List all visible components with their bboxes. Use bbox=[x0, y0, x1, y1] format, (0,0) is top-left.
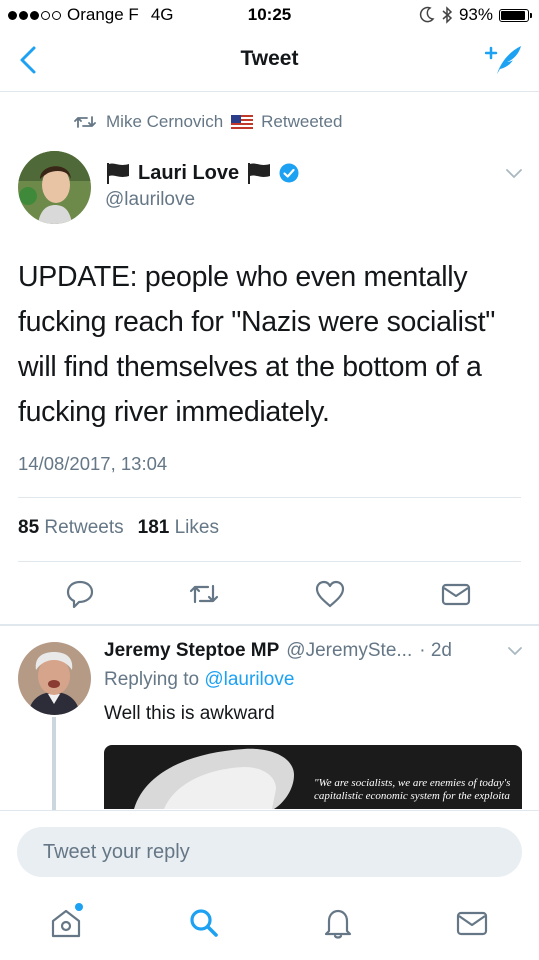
do-not-disturb-moon-icon bbox=[419, 6, 435, 23]
tweet-actions bbox=[0, 572, 539, 616]
author-name-row: Lauri Love bbox=[105, 161, 299, 185]
author-avatar[interactable] bbox=[18, 151, 91, 224]
heart-icon[interactable] bbox=[314, 578, 346, 610]
retweet-icon bbox=[74, 116, 96, 128]
reply-author-handle[interactable]: @JeremySte... bbox=[286, 640, 412, 662]
retweeted-label: Retweeted bbox=[261, 112, 343, 131]
us-flag-icon bbox=[231, 115, 254, 129]
retweet-stat[interactable]: 85 Retweets bbox=[18, 517, 124, 539]
search-icon[interactable] bbox=[186, 905, 222, 941]
retweeter-name[interactable]: Mike Cernovich bbox=[106, 112, 223, 132]
replying-to: Replying to @laurilove bbox=[104, 669, 294, 691]
retweet-context: Mike Cernovich Retweeted bbox=[74, 112, 342, 132]
media-quote-text: "We are socialists, we are enemies of to… bbox=[314, 777, 511, 802]
reply-media-image[interactable]: "We are socialists, we are enemies of to… bbox=[104, 745, 522, 809]
reply-icon[interactable] bbox=[64, 578, 96, 610]
like-count: 181 bbox=[137, 517, 170, 538]
battery-percent: 93% bbox=[458, 5, 493, 24]
black-flag-icon bbox=[248, 163, 271, 184]
black-flag-icon bbox=[107, 163, 129, 184]
chevron-down-icon[interactable] bbox=[505, 167, 523, 179]
navigation-bar: Tweet bbox=[0, 30, 539, 92]
retweet-count: 85 bbox=[18, 517, 40, 538]
reply-age: · 2d bbox=[419, 640, 452, 661]
reply-author-name[interactable]: Jeremy Steptoe MP bbox=[104, 640, 279, 662]
reply-text: Well this is awkward bbox=[104, 703, 275, 724]
reply-header: Jeremy Steptoe MP @JeremySte... · 2d bbox=[104, 640, 452, 662]
author-handle[interactable]: @laurilove bbox=[105, 189, 195, 211]
bluetooth-icon bbox=[442, 6, 453, 24]
tweet-timestamp: 14/08/2017, 13:04 bbox=[18, 453, 168, 474]
compose-tweet-icon[interactable] bbox=[485, 42, 523, 78]
engagement-stats: 85 Retweets 181 Likes bbox=[18, 517, 219, 539]
notification-dot bbox=[75, 903, 83, 911]
direct-message-icon[interactable] bbox=[440, 578, 472, 610]
retweet-label: Retweets bbox=[44, 517, 124, 538]
reply-author-avatar[interactable] bbox=[18, 642, 91, 715]
battery-icon bbox=[499, 8, 532, 22]
author-name[interactable]: Lauri Love bbox=[138, 162, 239, 185]
thread-connector-line bbox=[52, 717, 56, 812]
status-bar: Orange F 4G 10:25 93% bbox=[0, 0, 539, 30]
verified-badge-icon bbox=[279, 163, 299, 183]
messages-icon[interactable] bbox=[454, 905, 490, 941]
status-bar-right: 93% bbox=[419, 5, 532, 25]
chevron-down-icon[interactable] bbox=[507, 645, 523, 656]
retweet-action-icon[interactable] bbox=[188, 578, 220, 610]
replying-to-mention[interactable]: @laurilove bbox=[204, 669, 294, 690]
notifications-bell-icon[interactable] bbox=[320, 905, 356, 941]
section-divider bbox=[0, 624, 539, 626]
tweet-text: UPDATE: people who even mentally fucking… bbox=[18, 261, 496, 428]
tab-bar bbox=[0, 895, 539, 955]
divider bbox=[18, 497, 521, 498]
like-stat[interactable]: 181 Likes bbox=[138, 517, 219, 539]
like-label: Likes bbox=[174, 517, 219, 538]
divider bbox=[18, 561, 521, 562]
page-title: Tweet bbox=[240, 47, 299, 70]
replying-to-prefix: Replying to bbox=[104, 669, 200, 690]
reply-input[interactable]: Tweet your reply bbox=[17, 827, 522, 877]
